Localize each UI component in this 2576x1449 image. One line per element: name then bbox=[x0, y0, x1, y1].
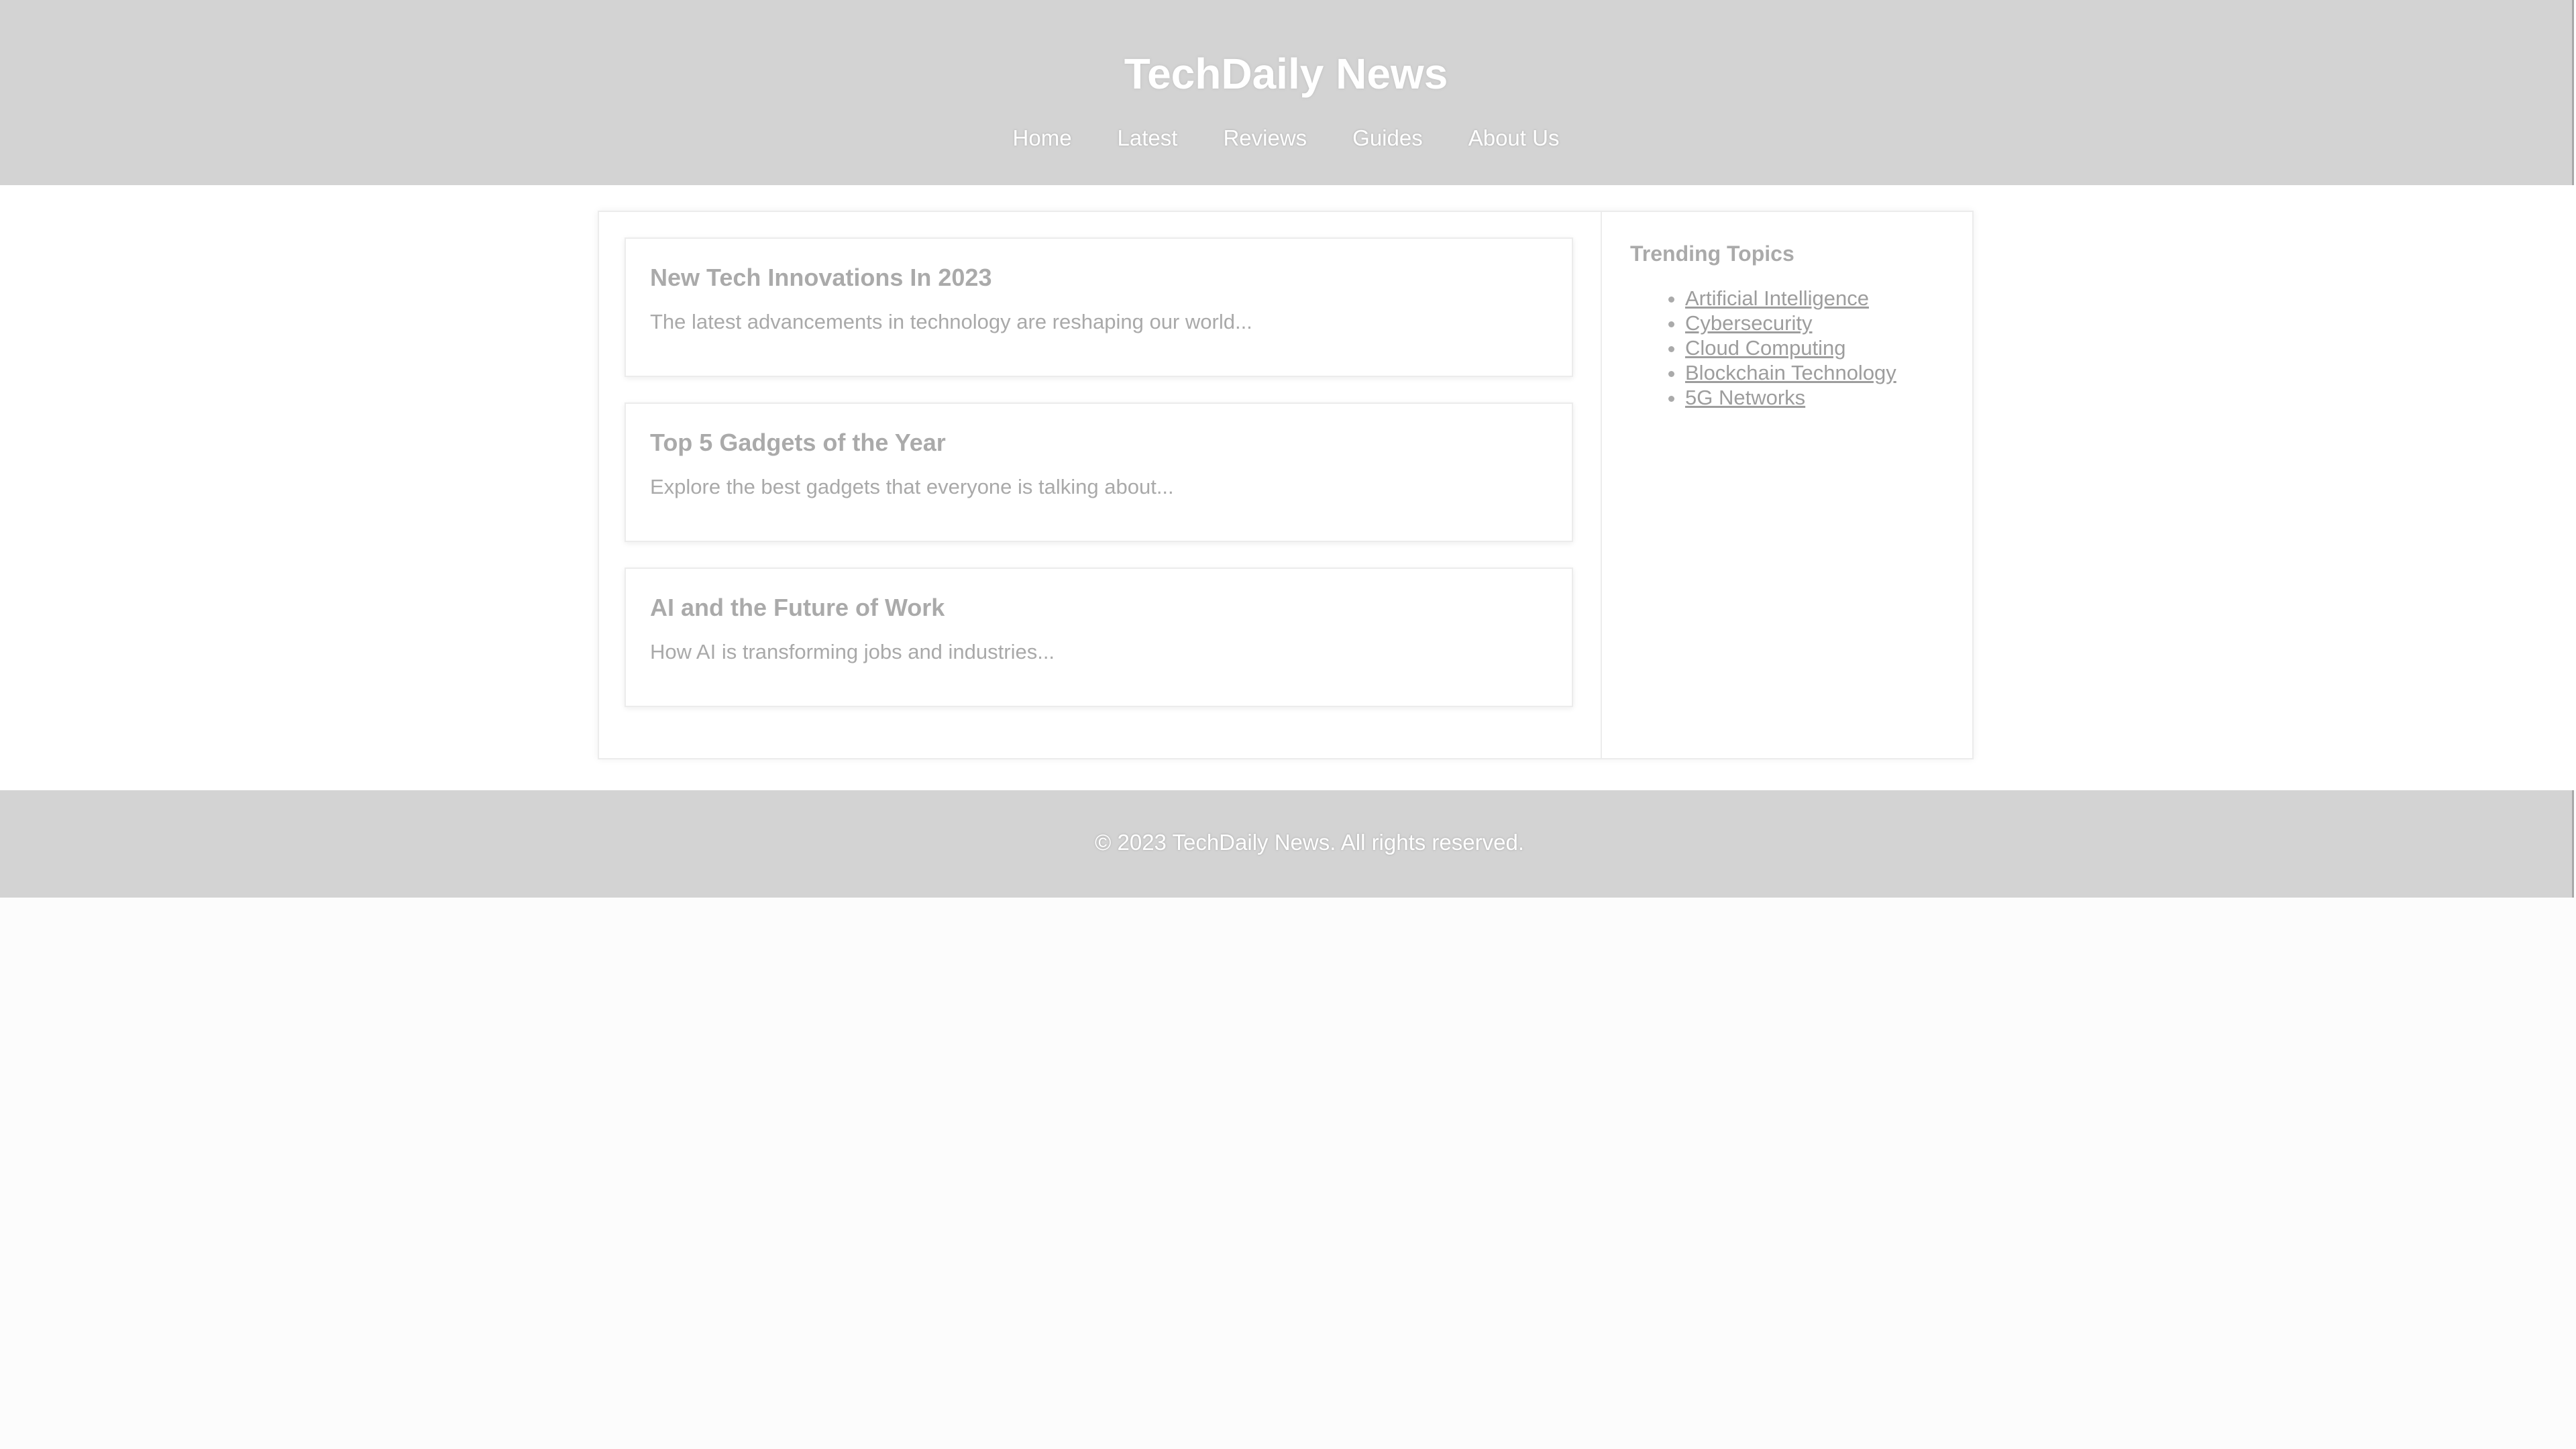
list-item: Blockchain Technology bbox=[1685, 360, 1944, 385]
nav-link-guides[interactable]: Guides bbox=[1352, 125, 1423, 152]
list-item: Artificial Intelligence bbox=[1685, 286, 1944, 311]
topic-link-cloud-computing[interactable]: Cloud Computing bbox=[1685, 336, 1846, 360]
article-card[interactable]: New Tech Innovations In 2023 The latest … bbox=[625, 237, 1573, 377]
topic-link-blockchain-technology[interactable]: Blockchain Technology bbox=[1685, 361, 1896, 384]
topic-link-5g-networks[interactable]: 5G Networks bbox=[1685, 386, 1805, 409]
topic-link-artificial-intelligence[interactable]: Artificial Intelligence bbox=[1685, 286, 1869, 310]
page-body: New Tech Innovations In 2023 The latest … bbox=[0, 185, 2576, 790]
article-card[interactable]: AI and the Future of Work How AI is tran… bbox=[625, 568, 1573, 707]
sidebar-title: Trending Topics bbox=[1630, 241, 1794, 266]
topic-link-cybersecurity[interactable]: Cybersecurity bbox=[1685, 311, 1813, 335]
article-title[interactable]: New Tech Innovations In 2023 bbox=[650, 262, 1548, 294]
list-item: Cybersecurity bbox=[1685, 311, 1944, 335]
article-title[interactable]: Top 5 Gadgets of the Year bbox=[650, 427, 1548, 459]
nav-link-latest[interactable]: Latest bbox=[1118, 125, 1178, 152]
nav-link-about-us[interactable]: About Us bbox=[1468, 125, 1560, 152]
trending-topic-list: Artificial Intelligence Cybersecurity Cl… bbox=[1630, 286, 1944, 410]
list-item: Cloud Computing bbox=[1685, 335, 1944, 360]
nav-link-reviews[interactable]: Reviews bbox=[1223, 125, 1307, 152]
article-excerpt: Explore the best gadgets that everyone i… bbox=[650, 475, 1174, 498]
article-title[interactable]: AI and the Future of Work bbox=[650, 592, 1548, 624]
site-title: TechDaily News bbox=[1124, 50, 1448, 98]
site-footer: © 2023 TechDaily News. All rights reserv… bbox=[0, 790, 2574, 898]
sidebar-trending: Trending Topics Artificial Intelligence … bbox=[1602, 212, 1972, 758]
list-item: 5G Networks bbox=[1685, 385, 1944, 410]
main-nav: Home Latest Reviews Guides About Us bbox=[0, 125, 2572, 152]
content-container: New Tech Innovations In 2023 The latest … bbox=[598, 211, 1974, 759]
site-header: TechDaily News Home Latest Reviews Guide… bbox=[0, 0, 2574, 185]
nav-link-home[interactable]: Home bbox=[1013, 125, 1072, 152]
article-card[interactable]: Top 5 Gadgets of the Year Explore the be… bbox=[625, 402, 1573, 542]
article-excerpt: The latest advancements in technology ar… bbox=[650, 310, 1252, 333]
article-excerpt: How AI is transforming jobs and industri… bbox=[650, 640, 1055, 663]
article-list: New Tech Innovations In 2023 The latest … bbox=[599, 212, 1602, 758]
footer-copyright: © 2023 TechDaily News. All rights reserv… bbox=[1095, 830, 1524, 855]
